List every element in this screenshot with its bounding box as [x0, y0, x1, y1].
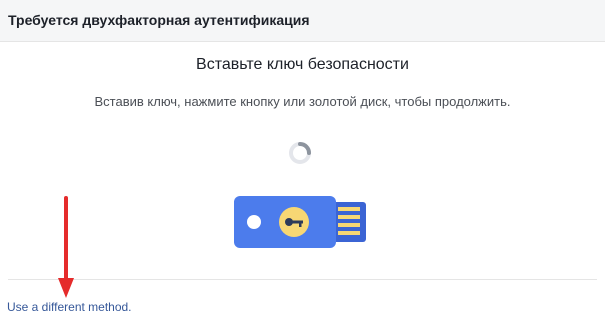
security-key-icon [234, 196, 366, 248]
loading-spinner-icon [289, 142, 311, 164]
dialog-header: Требуется двухфакторная аутентификация [0, 0, 605, 42]
footer-divider [8, 279, 597, 280]
use-different-method-link[interactable]: Use a different method. [7, 300, 132, 314]
instruction-text: Вставив ключ, нажмите кнопку или золотой… [94, 94, 511, 109]
two-factor-dialog: Требуется двухфакторная аутентификация В… [0, 0, 605, 330]
dialog-title: Требуется двухфакторная аутентификация [8, 12, 310, 28]
red-arrow-down-icon [58, 196, 74, 298]
insert-key-heading: Вставьте ключ безопасности [196, 56, 409, 73]
